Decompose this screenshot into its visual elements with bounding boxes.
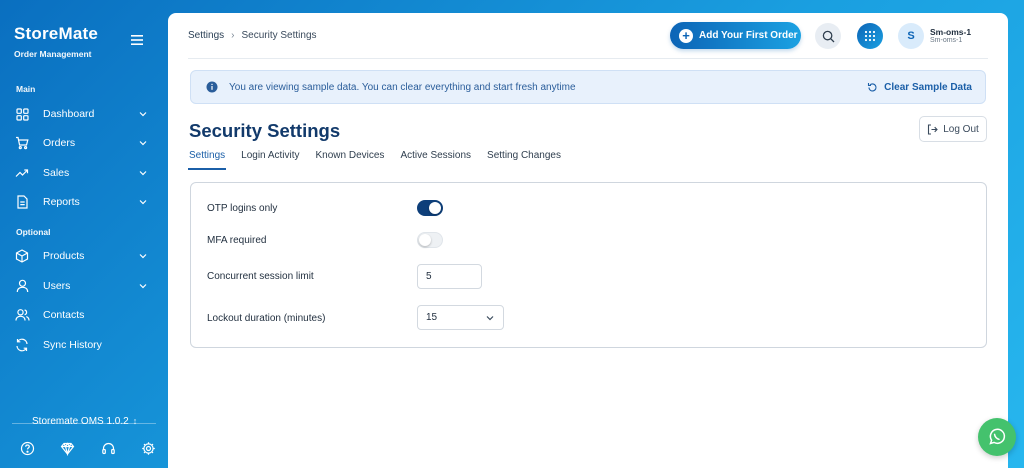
user-icon: [14, 278, 30, 294]
concurrent-session-input[interactable]: [417, 264, 482, 289]
sidebar-item-label: Orders: [43, 137, 76, 149]
user-name[interactable]: Sm-oms-1: [930, 27, 971, 37]
breadcrumb-current: Security Settings: [241, 30, 317, 41]
page-title: Security Settings: [189, 120, 341, 141]
sidebar-item-label: Reports: [43, 196, 80, 208]
brand-subtitle: Order Management: [14, 49, 92, 59]
diamond-icon[interactable]: [60, 441, 75, 456]
sidebar: StoreMate Order Management Main Dashboar…: [0, 0, 168, 468]
chevron-down-icon: [139, 141, 147, 146]
tab-known-devices[interactable]: Known Devices: [316, 150, 385, 170]
search-button[interactable]: [815, 23, 841, 49]
clear-sample-data-button[interactable]: Clear Sample Data: [867, 82, 972, 93]
topbar-divider: [188, 58, 988, 59]
document-icon: [14, 194, 30, 210]
toggle-knob: [429, 202, 441, 214]
concurrent-session-label: Concurrent session limit: [207, 271, 314, 282]
add-order-label: Add Your First Order: [699, 30, 798, 41]
contacts-icon: [14, 307, 30, 323]
breadcrumb-separator-icon: ›: [231, 30, 235, 41]
sidebar-item-label: Users: [43, 280, 71, 292]
brand-name: StoreMate: [14, 24, 98, 43]
chevron-down-icon: [139, 112, 147, 117]
sample-data-banner: You are viewing sample data. You can cle…: [190, 70, 986, 104]
brand-logo[interactable]: StoreMate Order Management: [14, 24, 98, 59]
info-icon: [206, 81, 218, 93]
chevron-down-icon: [486, 315, 494, 320]
sidebar-divider: [12, 423, 156, 424]
logout-icon: [928, 123, 938, 135]
otp-label: OTP logins only: [207, 203, 278, 214]
sidebar-item-label: Sync History: [43, 339, 102, 351]
settings-icon[interactable]: [141, 441, 156, 456]
sidebar-footer: [20, 441, 156, 456]
sidebar-item-sync-history[interactable]: Sync History: [14, 332, 148, 358]
lockout-duration-value: 15: [426, 312, 438, 323]
chevron-down-icon: [139, 284, 147, 289]
chevron-down-icon: [139, 171, 147, 176]
hamburger-menu-icon[interactable]: [128, 31, 146, 49]
whatsapp-icon: [989, 428, 1006, 445]
chevron-down-icon: [139, 254, 147, 259]
sidebar-item-products[interactable]: Products: [14, 243, 148, 269]
toggle-knob: [419, 234, 431, 246]
chevron-down-icon: [139, 200, 147, 205]
sidebar-item-label: Products: [43, 250, 85, 262]
clear-sample-data-label: Clear Sample Data: [884, 81, 972, 93]
user-subtitle: Sm-oms-1: [930, 37, 963, 44]
app-version: Storemate OMS 1.0.2 ↕: [32, 416, 137, 427]
refresh-icon: [868, 82, 877, 91]
tab-setting-changes[interactable]: Setting Changes: [487, 150, 561, 170]
lockout-duration-select[interactable]: 15: [417, 305, 504, 330]
logout-label: Log Out: [943, 123, 979, 135]
sidebar-item-label: Contacts: [43, 309, 85, 321]
cart-icon: [14, 135, 30, 151]
section-label-main: Main: [16, 84, 36, 94]
breadcrumb: Settings › Security Settings: [188, 30, 317, 41]
apps-grid-icon: [864, 30, 876, 42]
topbar: Settings › Security Settings + Add Your …: [168, 13, 1008, 59]
version-label: Storemate OMS 1.0.2: [32, 416, 129, 427]
sidebar-item-users[interactable]: Users: [14, 273, 148, 299]
settings-tabs: Settings Login Activity Known Devices Ac…: [187, 150, 577, 172]
info-small-icon: ↕: [132, 416, 138, 426]
sidebar-item-orders[interactable]: Orders: [14, 130, 148, 156]
trending-up-icon: [14, 165, 30, 181]
sidebar-item-label: Sales: [43, 167, 70, 179]
logout-button[interactable]: Log Out: [919, 116, 987, 142]
sidebar-item-reports[interactable]: Reports: [14, 189, 148, 215]
headset-icon[interactable]: [101, 441, 116, 456]
avatar[interactable]: S: [898, 23, 924, 49]
add-first-order-button[interactable]: + Add Your First Order: [670, 22, 801, 49]
sidebar-item-label: Dashboard: [43, 108, 95, 120]
security-settings-card: OTP logins only MFA required Concurrent …: [190, 182, 987, 348]
tab-settings[interactable]: Settings: [187, 150, 227, 170]
plus-icon: +: [679, 28, 693, 43]
mfa-toggle[interactable]: [417, 232, 443, 248]
breadcrumb-settings[interactable]: Settings: [188, 30, 224, 41]
search-icon: [822, 30, 834, 42]
sidebar-item-contacts[interactable]: Contacts: [14, 302, 148, 328]
banner-text: You are viewing sample data. You can cle…: [229, 81, 576, 93]
tab-active-sessions[interactable]: Active Sessions: [400, 150, 471, 170]
section-label-optional: Optional: [16, 227, 51, 237]
mfa-label: MFA required: [207, 235, 267, 246]
otp-toggle[interactable]: [417, 200, 443, 216]
tab-login-activity[interactable]: Login Activity: [241, 150, 299, 170]
sidebar-item-dashboard[interactable]: Dashboard: [14, 101, 148, 127]
whatsapp-chat-button[interactable]: [978, 418, 1016, 456]
grid-icon: [14, 106, 30, 122]
sync-icon: [14, 337, 30, 353]
lockout-duration-label: Lockout duration (minutes): [207, 313, 326, 324]
main-panel: Settings › Security Settings + Add Your …: [168, 13, 1008, 468]
box-icon: [14, 248, 30, 264]
help-icon[interactable]: [20, 441, 35, 456]
apps-button[interactable]: [857, 23, 883, 49]
sidebar-item-sales[interactable]: Sales: [14, 160, 148, 186]
